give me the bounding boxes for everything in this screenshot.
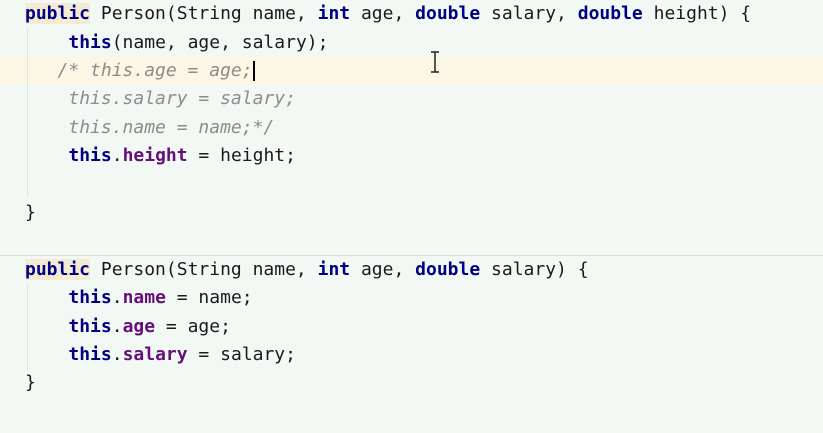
code-line[interactable]: } [25, 199, 36, 227]
code-text: = height; [187, 145, 296, 166]
code-keyword: double [577, 3, 643, 24]
code-line[interactable]: this.age = age; [25, 313, 231, 341]
code-field: salary [122, 344, 188, 365]
code-text: = salary; [187, 344, 296, 365]
code-line[interactable]: } [25, 369, 36, 397]
code-keyword: this [68, 344, 112, 365]
code-text: salary, [480, 3, 578, 24]
code-comment: /* this.age = age; [57, 60, 253, 81]
code-comment: this.name = name;*/ [68, 117, 275, 138]
code-keyword: int [317, 259, 351, 280]
code-keyword: public [25, 259, 91, 280]
code-text: Person(String name, [90, 3, 318, 24]
code-text: height) { [642, 3, 752, 24]
code-field: name [122, 287, 166, 308]
code-text: Person(String name, [90, 259, 318, 280]
code-line[interactable]: /* this.age = age; [25, 57, 255, 85]
code-line[interactable]: this.name = name;*/ [25, 114, 274, 142]
code-line[interactable]: this.height = height; [25, 142, 296, 170]
code-text: . [111, 145, 123, 166]
code-text: age, [350, 259, 416, 280]
code-keyword: this [68, 32, 112, 53]
code-editor[interactable]: public Person(String name, int age, doub… [0, 0, 823, 433]
code-text: (name, age, salary); [111, 32, 329, 53]
mouse-ibeam-cursor-icon [431, 51, 439, 73]
code-keyword: this [68, 145, 112, 166]
code-keyword: this [68, 287, 112, 308]
code-line[interactable]: this(name, age, salary); [25, 29, 328, 57]
code-text: = name; [165, 287, 253, 308]
code-text: . [111, 316, 123, 337]
code-text: . [111, 287, 123, 308]
code-keyword: this [68, 316, 112, 337]
code-text: age, [350, 3, 416, 24]
code-keyword: double [415, 3, 481, 24]
code-line[interactable]: this.name = name; [25, 284, 253, 312]
code-line[interactable]: public Person(String name, int age, doub… [25, 0, 751, 28]
text-caret [252, 61, 255, 81]
code-text: } [25, 202, 36, 223]
code-keyword: int [317, 3, 351, 24]
code-text: salary) { [480, 259, 589, 280]
code-keyword: double [415, 259, 481, 280]
code-text: . [111, 344, 123, 365]
code-keyword: public [25, 3, 91, 24]
code-line[interactable]: this.salary = salary; [25, 341, 296, 369]
code-text: = age; [155, 316, 231, 337]
code-text: } [25, 372, 36, 393]
code-field: height [122, 145, 188, 166]
code-field: age [122, 316, 156, 337]
code-line[interactable]: this.salary = salary; [25, 85, 296, 113]
code-comment: this.salary = salary; [68, 88, 296, 109]
code-line[interactable]: public Person(String name, int age, doub… [25, 256, 589, 284]
